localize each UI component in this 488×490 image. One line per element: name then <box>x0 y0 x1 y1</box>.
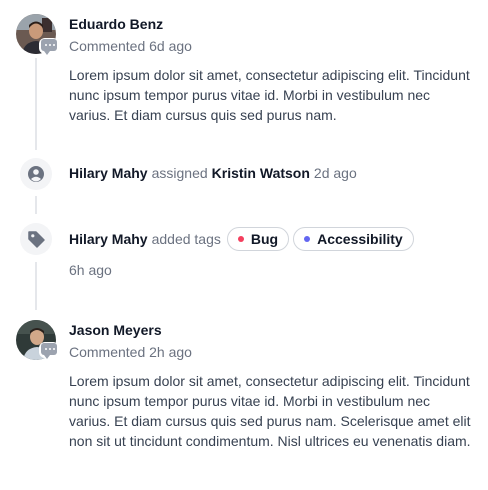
tags-time: 6h ago <box>69 262 112 278</box>
comment-author[interactable]: Eduardo Benz <box>69 16 163 32</box>
comment-badge <box>39 342 59 359</box>
comment-badge <box>39 38 59 55</box>
actor-name[interactable]: Hilary Mahy <box>69 165 148 181</box>
user-circle-icon <box>28 166 44 182</box>
chat-bubble-icon <box>41 343 57 359</box>
tag-icon-container <box>20 223 52 255</box>
timeline-connector <box>35 196 37 214</box>
tag-accessibility[interactable]: Accessibility <box>293 227 414 251</box>
timeline-connector <box>35 58 37 150</box>
tag-color-dot <box>237 236 244 242</box>
assignment-icon-container <box>20 158 52 190</box>
tags-text: Hilary Mahy added tags Bug Accessibility <box>69 226 414 252</box>
timeline-connector <box>35 262 37 310</box>
comment-meta: Commented 6d ago <box>69 38 192 54</box>
comment-author[interactable]: Jason Meyers <box>69 322 162 338</box>
tag-color-dot <box>304 236 311 242</box>
assignee-name[interactable]: Kristin Watson <box>212 165 310 181</box>
tag-bug[interactable]: Bug <box>226 227 290 251</box>
comment-body: Lorem ipsum dolor sit amet, consectetur … <box>69 67 470 123</box>
assignment-time: 2d ago <box>313 165 357 181</box>
tag-label: Bug <box>250 231 279 247</box>
comment-meta: Commented 2h ago <box>69 344 192 360</box>
chat-bubble-icon <box>41 39 57 55</box>
assignment-text: Hilary Mahy assigned Kristin Watson 2d a… <box>69 165 357 181</box>
assignment-verb: assigned <box>151 165 208 181</box>
comment-body: Lorem ipsum dolor sit amet, consectetur … <box>69 373 471 449</box>
actor-name[interactable]: Hilary Mahy <box>69 231 148 247</box>
tags-verb: added tags <box>151 231 221 247</box>
tag-icon <box>28 231 45 248</box>
tag-label: Accessibility <box>317 231 403 247</box>
